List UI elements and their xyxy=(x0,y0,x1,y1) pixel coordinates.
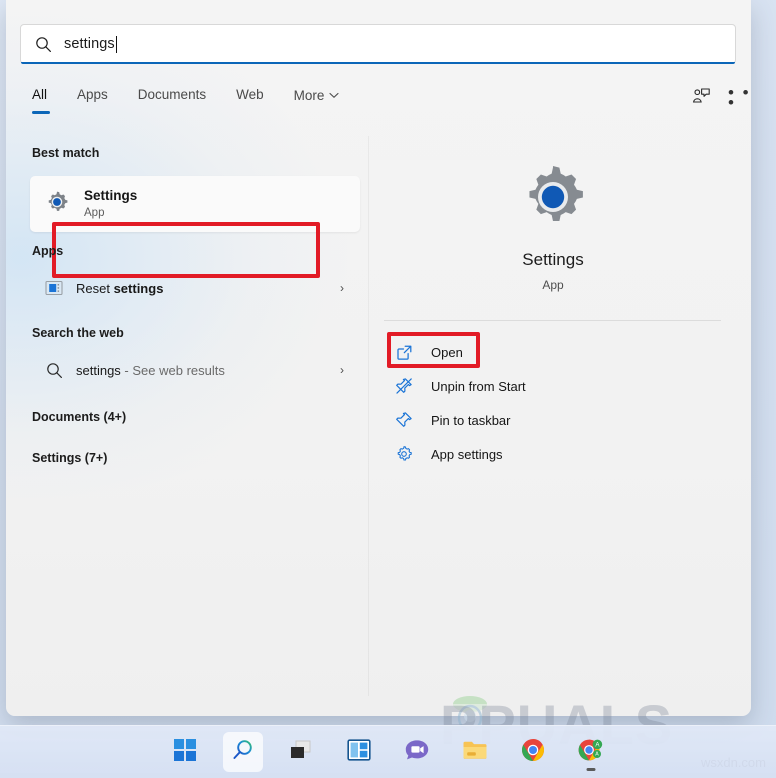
best-match-subtitle: App xyxy=(84,207,105,219)
action-open-label: Open xyxy=(431,344,463,360)
chrome-icon xyxy=(521,738,545,767)
tab-all-label: All xyxy=(32,87,48,102)
list-item-reset-settings[interactable]: Reset settings › xyxy=(30,270,360,306)
action-unpin-from-start[interactable]: Unpin from Start xyxy=(391,370,691,402)
search-input-value: settings xyxy=(64,35,117,53)
chrome-app-icon: A A xyxy=(578,738,604,767)
chevron-right-icon[interactable]: › xyxy=(340,363,344,377)
tab-apps[interactable]: Apps xyxy=(77,86,130,104)
taskbar-item-chrome[interactable] xyxy=(513,732,553,772)
taskbar-item-task-view[interactable] xyxy=(281,732,321,772)
desktop-background: settings All Apps Documents Web More • •… xyxy=(0,0,776,778)
search-input[interactable]: settings xyxy=(20,24,736,64)
search-icon xyxy=(231,738,255,767)
web-see-results-text: - See web results xyxy=(120,362,225,378)
pin-icon xyxy=(391,411,417,429)
settings-gear-icon xyxy=(44,189,70,220)
svg-text:A: A xyxy=(595,751,599,757)
section-heading-apps: Apps xyxy=(32,244,64,258)
best-match-row[interactable]: Settings App xyxy=(30,176,360,232)
action-app-settings[interactable]: App settings xyxy=(391,438,691,470)
search-box-accent-underline xyxy=(21,62,735,64)
web-query-text: settings xyxy=(76,362,121,378)
tab-apps-label: Apps xyxy=(77,87,108,102)
control-panel-icon xyxy=(40,280,68,296)
action-pin-to-taskbar-label: Pin to taskbar xyxy=(431,412,511,428)
taskbar-item-chat[interactable] xyxy=(397,732,437,772)
feedback-person-icon xyxy=(691,87,711,110)
windows-search-flyout: settings All Apps Documents Web More • •… xyxy=(6,0,751,716)
best-match-title: Settings xyxy=(84,188,138,203)
text-caret xyxy=(115,35,117,53)
feedback-button[interactable] xyxy=(688,86,714,110)
settings-gear-icon xyxy=(516,160,590,239)
taskbar-item-file-explorer[interactable] xyxy=(455,732,495,772)
tab-more-label: More xyxy=(293,88,325,103)
list-item-web-search-label: settings - See web results xyxy=(76,363,225,378)
list-item-reset-settings-label: Reset settings xyxy=(76,281,163,296)
list-item-web-search[interactable]: settings - See web results › xyxy=(30,352,360,388)
label-part-regular: Reset xyxy=(76,280,114,296)
preview-separator xyxy=(384,320,721,321)
search-icon xyxy=(35,36,52,53)
preview-app-subtitle: App xyxy=(542,278,564,292)
taskbar-item-chrome-app[interactable]: A A xyxy=(571,732,611,772)
action-open[interactable]: Open xyxy=(391,336,691,368)
search-query-text: settings xyxy=(64,36,115,52)
windows-taskbar: A A xyxy=(0,725,776,778)
gear-icon xyxy=(391,445,417,463)
chevron-right-icon[interactable]: › xyxy=(340,281,344,295)
taskbar-item-widgets[interactable] xyxy=(339,732,379,772)
task-view-icon xyxy=(289,739,313,766)
open-external-icon xyxy=(391,344,417,361)
preview-app-title: Settings xyxy=(522,250,584,269)
section-heading-search-the-web: Search the web xyxy=(32,326,124,340)
chat-video-icon xyxy=(404,739,430,766)
best-match-card[interactable]: Settings App xyxy=(30,176,360,278)
tab-documents-label: Documents xyxy=(137,87,207,102)
more-options-button[interactable]: • • • xyxy=(728,83,751,112)
folder-icon xyxy=(462,739,488,766)
tab-all[interactable]: All xyxy=(32,86,69,114)
widgets-icon xyxy=(347,738,371,766)
tab-more[interactable]: More xyxy=(294,86,362,105)
taskbar-item-start[interactable] xyxy=(165,732,205,772)
tab-web-label: Web xyxy=(236,87,264,102)
section-heading-documents[interactable]: Documents (4+) xyxy=(32,410,126,424)
search-box-container[interactable]: settings xyxy=(20,24,736,64)
windows-start-icon xyxy=(174,738,196,766)
taskbar-item-search[interactable] xyxy=(223,732,263,772)
search-icon xyxy=(40,362,68,379)
tab-web[interactable]: Web xyxy=(236,86,286,104)
action-pin-to-taskbar[interactable]: Pin to taskbar xyxy=(391,404,691,436)
running-indicator-dot xyxy=(586,768,596,771)
action-app-settings-label: App settings xyxy=(431,446,503,462)
taskbar-icon-row: A A xyxy=(0,726,776,778)
tab-documents[interactable]: Documents xyxy=(138,86,228,104)
action-unpin-from-start-label: Unpin from Start xyxy=(431,378,526,394)
ellipsis-icon: • • • xyxy=(728,83,751,112)
app-preview-panel: Settings App Open Unpin from Start Pin t… xyxy=(369,132,737,716)
best-match-text-block: Settings App xyxy=(84,188,137,220)
search-results-list: Best match Settings App Apps Reset setti… xyxy=(6,132,368,716)
section-heading-settings[interactable]: Settings (7+) xyxy=(32,451,107,465)
label-part-bold: settings xyxy=(113,280,164,296)
tab-active-indicator xyxy=(32,111,50,114)
preview-app-icon-wrapper xyxy=(369,160,737,239)
filter-tab-bar: All Apps Documents Web More xyxy=(32,86,369,114)
chevron-down-icon xyxy=(329,86,339,104)
unpin-icon xyxy=(391,377,417,395)
section-heading-best-match: Best match xyxy=(32,146,100,160)
